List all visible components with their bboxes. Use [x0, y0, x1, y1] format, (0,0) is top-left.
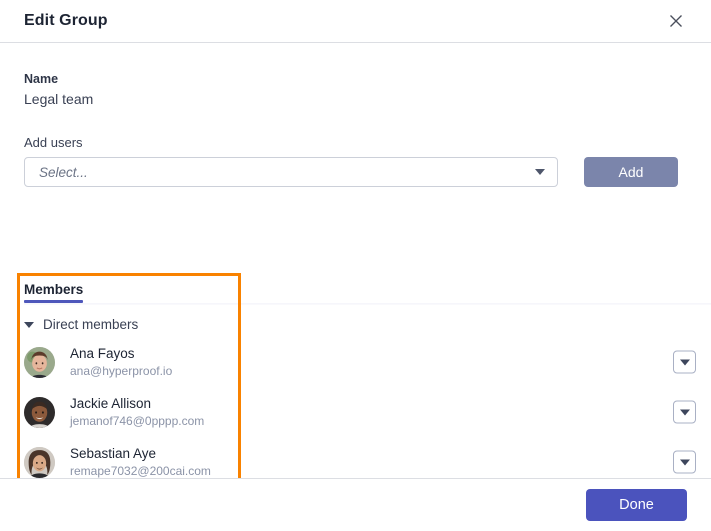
- members-section: Members Direct members Ana Fayos ana@hyp…: [24, 273, 711, 478]
- add-users-label: Add users: [24, 135, 83, 150]
- member-email: jemanof746@0pppp.com: [70, 414, 205, 428]
- member-row-menu-button[interactable]: [673, 350, 696, 374]
- done-button[interactable]: Done: [586, 489, 687, 521]
- close-icon: [669, 14, 683, 28]
- direct-members-label: Direct members: [43, 317, 139, 332]
- avatar: [24, 346, 55, 378]
- tab-members[interactable]: Members: [24, 282, 84, 303]
- avatar: [24, 446, 55, 478]
- member-info: Sebastian Aye remape7032@200cai.com: [70, 445, 211, 478]
- avatar: [24, 396, 55, 428]
- add-button[interactable]: Add: [584, 157, 678, 187]
- table-row: Ana Fayos ana@hyperproof.io: [24, 337, 711, 387]
- member-info: Ana Fayos ana@hyperproof.io: [70, 345, 172, 379]
- chevron-down-icon: [679, 409, 690, 415]
- name-value: Legal team: [24, 91, 94, 107]
- member-row-menu-button[interactable]: [673, 450, 696, 474]
- member-email: ana@hyperproof.io: [70, 364, 173, 378]
- dialog-header: Edit Group: [0, 0, 711, 43]
- tabs-divider: [24, 303, 711, 305]
- add-users-block: Add users Select... Add: [24, 135, 687, 187]
- member-info: Jackie Allison jemanof746@0pppp.com: [70, 395, 204, 429]
- member-list: Ana Fayos ana@hyperproof.io Jackie Allis…: [24, 337, 711, 478]
- chevron-down-icon: [679, 359, 690, 365]
- member-name: Sebastian Aye: [70, 446, 157, 461]
- name-label: Name: [24, 72, 59, 86]
- direct-members-group-header[interactable]: Direct members: [24, 317, 711, 332]
- member-row-menu-button[interactable]: [673, 400, 696, 424]
- add-users-select[interactable]: Select...: [24, 157, 558, 187]
- close-button[interactable]: [663, 8, 689, 34]
- members-tabs: Members: [24, 273, 711, 305]
- edit-group-dialog: Edit Group Name Legal team Add users Sel…: [0, 0, 711, 531]
- dialog-body: Name Legal team Add users Select... Add …: [0, 43, 711, 478]
- chevron-down-icon: [679, 459, 690, 465]
- member-email: remape7032@200cai.com: [70, 464, 211, 478]
- caret-down-icon: [24, 321, 34, 328]
- add-users-select-placeholder: Select...: [39, 164, 88, 180]
- table-row: Sebastian Aye remape7032@200cai.com: [24, 437, 711, 478]
- add-users-row: Select... Add: [24, 157, 687, 187]
- chevron-down-icon: [535, 169, 545, 175]
- name-field-block: Name Legal team: [24, 43, 687, 107]
- table-row: Jackie Allison jemanof746@0pppp.com: [24, 387, 711, 437]
- member-name: Jackie Allison: [70, 396, 152, 411]
- page-title: Edit Group: [24, 12, 108, 29]
- member-name: Ana Fayos: [70, 346, 135, 361]
- dialog-footer: Done: [0, 478, 711, 531]
